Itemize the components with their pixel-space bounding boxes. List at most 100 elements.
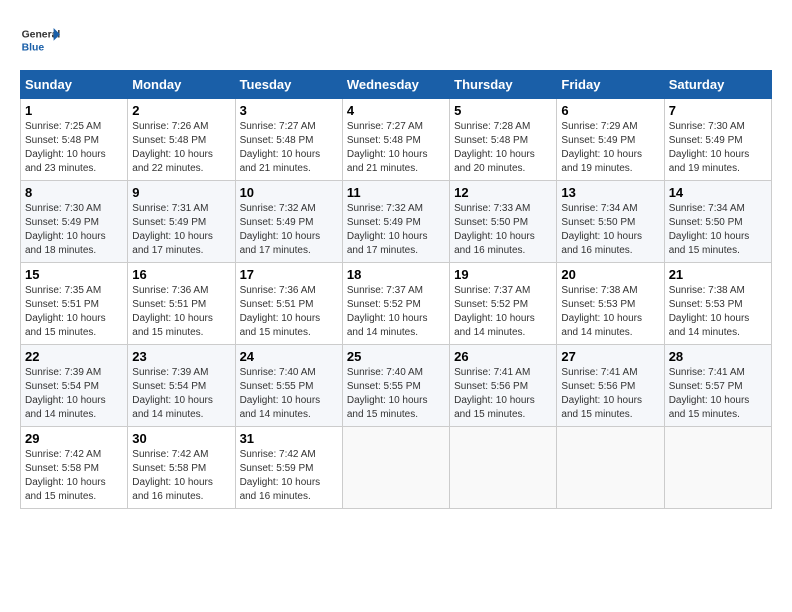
- calendar-cell: [664, 427, 771, 509]
- day-info: Sunrise: 7:27 AMSunset: 5:48 PMDaylight:…: [347, 120, 445, 176]
- calendar-cell: 30 Sunrise: 7:42 AMSunset: 5:58 PMDayligh…: [128, 427, 235, 509]
- calendar-cell: 23Sunrise: 7:39 AMSunset: 5:54 PMDayligh…: [128, 345, 235, 427]
- day-info: Sunrise: 7:26 AMSunset: 5:48 PMDaylight:…: [132, 120, 230, 176]
- day-info: Sunrise: 7:36 AMSunset: 5:51 PMDaylight:…: [240, 284, 338, 340]
- day-number: 6: [561, 103, 659, 118]
- day-number: 18: [347, 267, 445, 282]
- day-number: 14: [669, 185, 767, 200]
- day-info: Sunrise: 7:37 AMSunset: 5:52 PMDaylight:…: [454, 284, 552, 340]
- day-number: 15: [25, 267, 123, 282]
- day-info: Sunrise: 7:41 AMSunset: 5:56 PMDaylight:…: [454, 366, 552, 422]
- day-info: Sunrise: 7:42 AMSunset: 5:58 PMDaylight:…: [132, 448, 230, 504]
- day-info: Sunrise: 7:38 AMSunset: 5:53 PMDaylight:…: [669, 284, 767, 340]
- day-number: 16: [132, 267, 230, 282]
- logo-icon: General Blue: [20, 20, 60, 60]
- day-number: 9: [132, 185, 230, 200]
- calendar-cell: 11 Sunrise: 7:32 AMSunset: 5:49 PMDayligh…: [342, 181, 449, 263]
- day-info: Sunrise: 7:36 AMSunset: 5:51 PMDaylight:…: [132, 284, 230, 340]
- calendar-cell: 22 Sunrise: 7:39 AMSunset: 5:54 PMDayligh…: [21, 345, 128, 427]
- calendar-cell: 20 Sunrise: 7:38 AMSunset: 5:53 PMDayligh…: [557, 263, 664, 345]
- weekday-header: Tuesday: [235, 71, 342, 99]
- day-info: Sunrise: 7:29 AMSunset: 5:49 PMDaylight:…: [561, 120, 659, 176]
- calendar-row: 1 Sunrise: 7:25 AMSunset: 5:48 PMDaylight…: [21, 99, 772, 181]
- calendar-cell: 24 Sunrise: 7:40 AMSunset: 5:55 PMDayligh…: [235, 345, 342, 427]
- calendar-cell: 18 Sunrise: 7:37 AMSunset: 5:52 PMDayligh…: [342, 263, 449, 345]
- day-info: Sunrise: 7:42 AMSunset: 5:59 PMDaylight:…: [240, 448, 338, 504]
- day-info: Sunrise: 7:30 AMSunset: 5:49 PMDaylight:…: [25, 202, 123, 258]
- day-number: 17: [240, 267, 338, 282]
- calendar-cell: 6 Sunrise: 7:29 AMSunset: 5:49 PMDaylight…: [557, 99, 664, 181]
- day-info: Sunrise: 7:33 AMSunset: 5:50 PMDaylight:…: [454, 202, 552, 258]
- calendar: SundayMondayTuesdayWednesdayThursdayFrid…: [20, 70, 772, 509]
- calendar-cell: 4Sunrise: 7:27 AMSunset: 5:48 PMDaylight…: [342, 99, 449, 181]
- weekday-header: Monday: [128, 71, 235, 99]
- day-info: Sunrise: 7:41 AMSunset: 5:56 PMDaylight:…: [561, 366, 659, 422]
- calendar-cell: 13 Sunrise: 7:34 AMSunset: 5:50 PMDayligh…: [557, 181, 664, 263]
- day-number: 5: [454, 103, 552, 118]
- calendar-cell: [557, 427, 664, 509]
- calendar-cell: 14 Sunrise: 7:34 AMSunset: 5:50 PMDayligh…: [664, 181, 771, 263]
- calendar-cell: 21 Sunrise: 7:38 AMSunset: 5:53 PMDayligh…: [664, 263, 771, 345]
- calendar-cell: 19 Sunrise: 7:37 AMSunset: 5:52 PMDayligh…: [450, 263, 557, 345]
- calendar-row: 22 Sunrise: 7:39 AMSunset: 5:54 PMDayligh…: [21, 345, 772, 427]
- day-info: Sunrise: 7:42 AMSunset: 5:58 PMDaylight:…: [25, 448, 123, 504]
- day-info: Sunrise: 7:41 AMSunset: 5:57 PMDaylight:…: [669, 366, 767, 422]
- calendar-cell: 25Sunrise: 7:40 AMSunset: 5:55 PMDayligh…: [342, 345, 449, 427]
- day-number: 19: [454, 267, 552, 282]
- calendar-row: 15 Sunrise: 7:35 AMSunset: 5:51 PMDayligh…: [21, 263, 772, 345]
- calendar-cell: 16 Sunrise: 7:36 AMSunset: 5:51 PMDayligh…: [128, 263, 235, 345]
- calendar-cell: 28 Sunrise: 7:41 AMSunset: 5:57 PMDayligh…: [664, 345, 771, 427]
- calendar-cell: 26 Sunrise: 7:41 AMSunset: 5:56 PMDayligh…: [450, 345, 557, 427]
- day-number: 24: [240, 349, 338, 364]
- calendar-cell: 9 Sunrise: 7:31 AMSunset: 5:49 PMDaylight…: [128, 181, 235, 263]
- day-number: 22: [25, 349, 123, 364]
- calendar-cell: 12Sunrise: 7:33 AMSunset: 5:50 PMDayligh…: [450, 181, 557, 263]
- day-number: 25: [347, 349, 445, 364]
- day-info: Sunrise: 7:31 AMSunset: 5:49 PMDaylight:…: [132, 202, 230, 258]
- day-number: 26: [454, 349, 552, 364]
- day-number: 3: [240, 103, 338, 118]
- day-info: Sunrise: 7:39 AMSunset: 5:54 PMDaylight:…: [25, 366, 123, 422]
- day-info: Sunrise: 7:38 AMSunset: 5:53 PMDaylight:…: [561, 284, 659, 340]
- weekday-header: Friday: [557, 71, 664, 99]
- calendar-cell: 15 Sunrise: 7:35 AMSunset: 5:51 PMDayligh…: [21, 263, 128, 345]
- calendar-cell: 8Sunrise: 7:30 AMSunset: 5:49 PMDaylight…: [21, 181, 128, 263]
- calendar-cell: 10Sunrise: 7:32 AMSunset: 5:49 PMDayligh…: [235, 181, 342, 263]
- day-number: 28: [669, 349, 767, 364]
- weekday-header: Thursday: [450, 71, 557, 99]
- day-info: Sunrise: 7:28 AMSunset: 5:48 PMDaylight:…: [454, 120, 552, 176]
- calendar-cell: 7Sunrise: 7:30 AMSunset: 5:49 PMDaylight…: [664, 99, 771, 181]
- day-info: Sunrise: 7:37 AMSunset: 5:52 PMDaylight:…: [347, 284, 445, 340]
- calendar-row: 29 Sunrise: 7:42 AMSunset: 5:58 PMDayligh…: [21, 427, 772, 509]
- weekday-header-row: SundayMondayTuesdayWednesdayThursdayFrid…: [21, 71, 772, 99]
- day-number: 13: [561, 185, 659, 200]
- calendar-cell: 5 Sunrise: 7:28 AMSunset: 5:48 PMDaylight…: [450, 99, 557, 181]
- day-info: Sunrise: 7:25 AMSunset: 5:48 PMDaylight:…: [25, 120, 123, 176]
- svg-text:Blue: Blue: [22, 42, 45, 53]
- calendar-cell: [450, 427, 557, 509]
- calendar-cell: 2Sunrise: 7:26 AMSunset: 5:48 PMDaylight…: [128, 99, 235, 181]
- day-number: 30: [132, 431, 230, 446]
- calendar-row: 8Sunrise: 7:30 AMSunset: 5:49 PMDaylight…: [21, 181, 772, 263]
- calendar-cell: 29 Sunrise: 7:42 AMSunset: 5:58 PMDayligh…: [21, 427, 128, 509]
- day-info: Sunrise: 7:32 AMSunset: 5:49 PMDaylight:…: [347, 202, 445, 258]
- header: General Blue: [20, 20, 772, 60]
- day-number: 20: [561, 267, 659, 282]
- day-info: Sunrise: 7:40 AMSunset: 5:55 PMDaylight:…: [240, 366, 338, 422]
- calendar-cell: 3 Sunrise: 7:27 AMSunset: 5:48 PMDaylight…: [235, 99, 342, 181]
- calendar-cell: 1 Sunrise: 7:25 AMSunset: 5:48 PMDaylight…: [21, 99, 128, 181]
- day-info: Sunrise: 7:27 AMSunset: 5:48 PMDaylight:…: [240, 120, 338, 176]
- day-number: 11: [347, 185, 445, 200]
- weekday-header: Wednesday: [342, 71, 449, 99]
- calendar-cell: 27Sunrise: 7:41 AMSunset: 5:56 PMDayligh…: [557, 345, 664, 427]
- day-info: Sunrise: 7:34 AMSunset: 5:50 PMDaylight:…: [561, 202, 659, 258]
- day-number: 29: [25, 431, 123, 446]
- weekday-header: Sunday: [21, 71, 128, 99]
- day-info: Sunrise: 7:35 AMSunset: 5:51 PMDaylight:…: [25, 284, 123, 340]
- day-number: 1: [25, 103, 123, 118]
- calendar-cell: 17 Sunrise: 7:36 AMSunset: 5:51 PMDayligh…: [235, 263, 342, 345]
- day-info: Sunrise: 7:30 AMSunset: 5:49 PMDaylight:…: [669, 120, 767, 176]
- day-number: 31: [240, 431, 338, 446]
- day-info: Sunrise: 7:34 AMSunset: 5:50 PMDaylight:…: [669, 202, 767, 258]
- day-number: 21: [669, 267, 767, 282]
